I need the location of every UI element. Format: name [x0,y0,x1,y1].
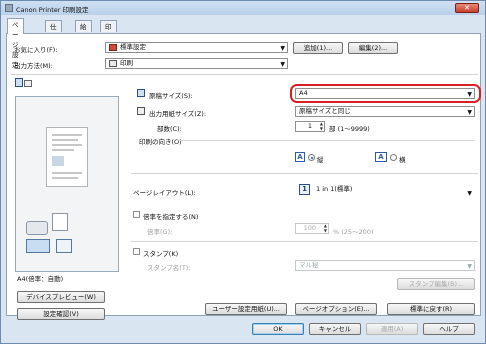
output-size-icon [137,107,145,115]
settings-check-button[interactable]: 設定確認(V) [17,308,105,320]
scale-range: % (25～200) [333,228,374,236]
highlight-annotation [290,84,481,103]
favorites-select[interactable]: 標準設定 ▼ [105,42,288,53]
scale-value: 100 [303,224,316,232]
page-options-button[interactable]: ページオプション(E)... [295,303,377,315]
separator [131,241,478,242]
help-button[interactable]: ヘルプ [423,323,475,335]
copies-range: 部 (1～9999) [329,125,370,133]
landscape-radio[interactable] [390,154,397,161]
favorites-label: お気に入り(F): [14,46,58,54]
edit-favorite-button[interactable]: 編集(2)... [348,42,398,54]
printer-app-icon [5,4,13,12]
chevron-down-icon: ▼ [467,263,472,270]
close-button[interactable]: ✕ [455,3,479,13]
window-title: Canon Printer 印刷設定 [16,6,89,14]
page-layout-icon: 1 [299,183,310,195]
scale-stepper[interactable]: 100 ▲ ▼ [295,223,329,234]
chevron-down-icon: ▼ [280,45,285,52]
scale-checkbox-label: 倍率を指定する(N) [143,213,199,221]
copies-value: 1 [307,122,312,130]
favorite-settings-icon [109,43,117,51]
output-size-value: 原稿サイズと同じ [299,107,351,115]
original-size-icon [137,89,145,97]
page-layout-value: 1 in 1(標準) [316,185,353,193]
title-bar[interactable]: Canon Printer 印刷設定 ✕ [1,1,485,15]
page-layout-label: ページレイアウト(L): [133,189,196,197]
chevron-down-icon: ▼ [467,109,472,116]
scale-checkbox[interactable] [133,211,140,218]
favorites-value: 標準設定 [120,43,146,51]
apply-button[interactable]: 適用(A) [366,323,418,335]
stepper-arrows-icon[interactable]: ▲ ▼ [320,121,323,131]
preview-page [46,127,88,187]
paper-output-icon [56,239,72,253]
landscape-label: 横 [399,156,406,164]
tab-paper-source[interactable]: 給紙 [75,20,92,41]
ok-button[interactable]: OK [252,323,304,335]
orientation-group-label: 印刷の向き(O) [139,138,182,146]
stamp-edit-button[interactable]: スタンプ編集(B)... [397,278,475,290]
portrait-icon: A [295,152,305,162]
output-method-label: 出力方法(M): [14,62,53,70]
output-method-value: 印刷 [120,59,133,67]
original-size-label: 原稿サイズ(S): [149,92,193,100]
print-settings-window: Canon Printer 印刷設定 ✕ ページ設定 仕上げ 給紙 印刷品質 お… [0,0,486,344]
copies-stepper[interactable]: 1 ▲ ▼ [295,121,325,132]
user-paper-button[interactable]: ユーザー設定用紙(U)... [205,303,287,315]
tab-finishing[interactable]: 仕上げ [45,20,62,51]
stepper-arrows-icon[interactable]: ▲ ▼ [324,223,327,233]
copies-label: 部数(C): [157,125,182,133]
landscape-icon: A [375,152,387,162]
chevron-down-icon: ▼ [467,190,472,197]
output-size-label: 出力用紙サイズ(Z): [149,110,207,118]
output-size-select[interactable]: 原稿サイズと同じ ▼ [295,106,475,117]
preview-caption: A4(倍率：自動) [17,275,64,283]
device-preview-button[interactable]: デバイスプレビュー(W) [17,291,105,303]
scale-field-label: 倍率(G): [147,228,173,236]
page-setup-panel: お気に入り(F): 標準設定 ▼ 追加(1)... 編集(2)... 出力方法(… [6,33,481,320]
separator [177,140,475,141]
stamp-name-label: スタンプ名(T): [147,264,191,272]
separator [131,173,478,174]
page-preview [15,96,119,272]
portrait-radio[interactable] [308,154,315,161]
preview-toggle-icon[interactable] [15,78,33,88]
printer-output-icon [26,221,48,235]
stamp-name-value: マル秘 [299,261,319,269]
cancel-button[interactable]: キャンセル [309,323,361,335]
tab-page-setup[interactable]: ページ設定 [7,18,24,69]
paper-layout-icon [26,239,50,253]
paper-stack-icon [52,213,68,231]
page-layout-select[interactable]: 1 1 in 1(標準) ▼ [295,181,475,199]
stamp-checkbox[interactable] [133,248,140,255]
stamp-name-select[interactable]: マル秘 ▼ [295,260,475,271]
portrait-label: 縦 [317,156,324,164]
tab-print-quality[interactable]: 印刷品質 [100,20,117,61]
restore-default-button[interactable]: 標準に戻す(R) [387,303,475,315]
add-favorite-button[interactable]: 追加(1)... [293,42,343,54]
chevron-down-icon: ▼ [280,61,285,68]
printer-icon [109,59,117,67]
separator [11,74,478,75]
stamp-checkbox-label: スタンプ(K) [143,250,179,258]
output-method-select[interactable]: 印刷 ▼ [105,58,288,69]
